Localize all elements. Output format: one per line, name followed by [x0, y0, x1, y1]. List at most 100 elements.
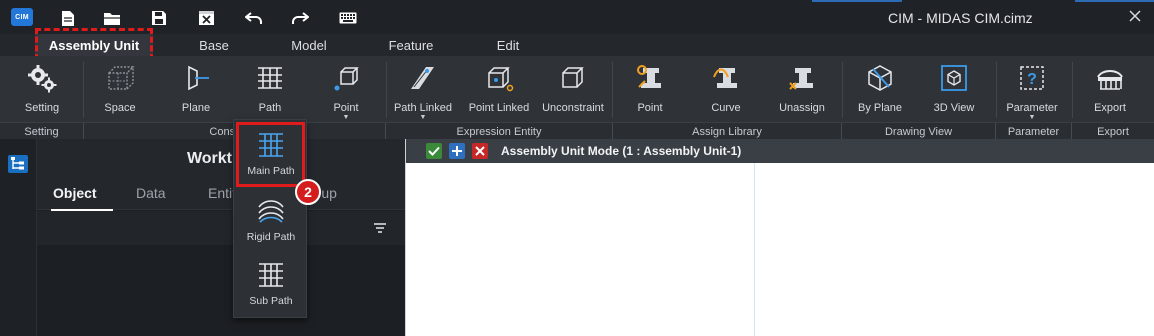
work-tree-toggle-icon[interactable]	[8, 155, 28, 173]
gears-icon	[28, 65, 57, 93]
main-path-icon	[259, 133, 283, 157]
divider	[386, 62, 387, 118]
viewport-split-line	[754, 163, 755, 336]
check-icon	[428, 146, 440, 156]
panel-title: Worktree	[37, 139, 406, 179]
point-button[interactable]: Point ▼	[318, 61, 374, 123]
tab-data[interactable]: Data	[136, 185, 166, 201]
button-label: Setting	[24, 102, 60, 114]
dropdown-caret: ▼	[1028, 114, 1036, 121]
path-icon	[258, 67, 282, 89]
save-icon[interactable]	[148, 8, 170, 28]
dropdown-caret: ▼	[342, 114, 350, 121]
button-label: By Plane	[857, 102, 903, 114]
group-label: Assign Library	[613, 123, 842, 140]
confirm-button[interactable]	[426, 143, 442, 159]
tab-assembly-unit[interactable]: Assembly Unit	[35, 34, 153, 56]
divider	[842, 62, 843, 118]
left-rail	[0, 139, 36, 336]
menu-item-rigid-path[interactable]: Rigid Path	[237, 190, 305, 250]
tab-model[interactable]: Model	[280, 34, 338, 56]
button-label: Path	[258, 102, 282, 114]
dropdown-caret: ▼	[419, 114, 427, 121]
sub-path-icon	[259, 263, 283, 287]
open-folder-icon[interactable]	[101, 8, 123, 28]
group-label: Expression Entity	[386, 123, 613, 140]
parameter-button[interactable]: ? Parameter ▼	[1002, 61, 1062, 123]
divider	[1072, 62, 1073, 118]
tab-edit[interactable]: Edit	[482, 34, 534, 56]
tab-feature[interactable]: Feature	[380, 34, 442, 56]
menu-item-label: Rigid Path	[246, 231, 296, 243]
plus-icon	[452, 146, 462, 156]
path-button[interactable]: Path	[242, 61, 298, 123]
menu-item-label: Sub Path	[249, 295, 293, 307]
window-title: CIM - MIDAS CIM.cimz	[888, 10, 1033, 26]
sort-icon[interactable]	[373, 222, 387, 234]
group-label: Setting	[0, 123, 84, 140]
title-accent	[1075, 0, 1154, 2]
button-label: Export	[1094, 102, 1126, 114]
tab-base[interactable]: Base	[185, 34, 243, 56]
divider	[83, 62, 84, 118]
menu-item-main-path[interactable]: Main Path	[237, 124, 305, 184]
button-label: Parameter	[1006, 102, 1058, 114]
work-tree-panel: Worktree Object Data Entity Group	[36, 139, 406, 336]
app-logo: CIM	[11, 8, 33, 26]
parameter-icon: ?	[1020, 66, 1044, 90]
new-file-icon[interactable]	[57, 8, 79, 28]
svg-text:?: ?	[1027, 71, 1037, 88]
unassign-button[interactable]: Unassign	[774, 61, 830, 123]
button-label: Point	[637, 102, 663, 114]
path-linked-icon	[411, 67, 434, 89]
title-bar: CIM CIM - MIDAS CIM.cimz	[0, 0, 1154, 34]
button-label: Plane	[181, 102, 211, 114]
model-viewport[interactable]: Assembly Unit Mode (1 : Assembly Unit-1)	[405, 139, 1154, 336]
assign-curve-button[interactable]: Curve	[698, 61, 754, 123]
space-cube-icon	[108, 66, 135, 90]
button-label: Path Linked	[393, 102, 453, 114]
button-label: Point	[333, 102, 359, 114]
unconstraint-button[interactable]: Unconstraint	[538, 61, 608, 123]
cancel-button[interactable]	[472, 143, 488, 159]
path-dropdown-menu: Main Path Rigid Path Sub Path	[233, 119, 307, 318]
unconstraint-cube-icon	[562, 67, 584, 88]
space-button[interactable]: Space	[92, 61, 148, 123]
ribbon-group-labels: Setting Constraint Expression Entity Ass…	[0, 122, 1154, 140]
point-linked-icon	[488, 67, 514, 92]
export-button[interactable]: Export	[1082, 61, 1138, 123]
redo-icon[interactable]	[289, 8, 311, 28]
title-accent	[812, 0, 902, 2]
window-close-icon[interactable]	[1128, 9, 1142, 23]
step-number-badge: 2	[295, 179, 321, 205]
menu-item-label: Main Path	[247, 165, 295, 177]
close-file-icon[interactable]	[195, 8, 217, 28]
viewport-mode-label: Assembly Unit Mode (1 : Assembly Unit-1)	[501, 144, 742, 158]
divider	[996, 62, 997, 118]
plane-button[interactable]: Plane	[168, 61, 224, 123]
assign-point-icon	[637, 65, 661, 88]
3d-view-button[interactable]: 3D View	[926, 61, 982, 123]
export-icon	[1097, 70, 1123, 90]
button-label: 3D View	[933, 102, 975, 114]
keyboard-icon[interactable]	[337, 8, 359, 28]
tab-object[interactable]: Object	[53, 185, 97, 201]
button-label: Unassign	[779, 102, 825, 114]
button-label: Unconstraint	[542, 102, 604, 114]
group-label: Drawing View	[842, 123, 996, 140]
unassign-icon	[789, 68, 813, 90]
by-plane-button[interactable]: By Plane	[852, 61, 908, 123]
point-cube-icon	[334, 67, 359, 91]
assign-point-button[interactable]: Point	[622, 61, 678, 123]
by-plane-icon	[868, 65, 892, 91]
add-button[interactable]	[449, 143, 465, 159]
ribbon: Setting Space Plane Path Point ▼ Path Li…	[0, 56, 1154, 140]
point-linked-button[interactable]: Point Linked	[464, 61, 534, 123]
group-label: Parameter	[996, 123, 1072, 140]
path-linked-button[interactable]: Path Linked ▼	[390, 61, 456, 123]
undo-icon[interactable]	[243, 8, 265, 28]
button-label: Curve	[711, 102, 741, 114]
button-label: Point Linked	[468, 102, 530, 114]
setting-button[interactable]: Setting	[14, 61, 70, 123]
menu-item-sub-path[interactable]: Sub Path	[237, 254, 305, 314]
